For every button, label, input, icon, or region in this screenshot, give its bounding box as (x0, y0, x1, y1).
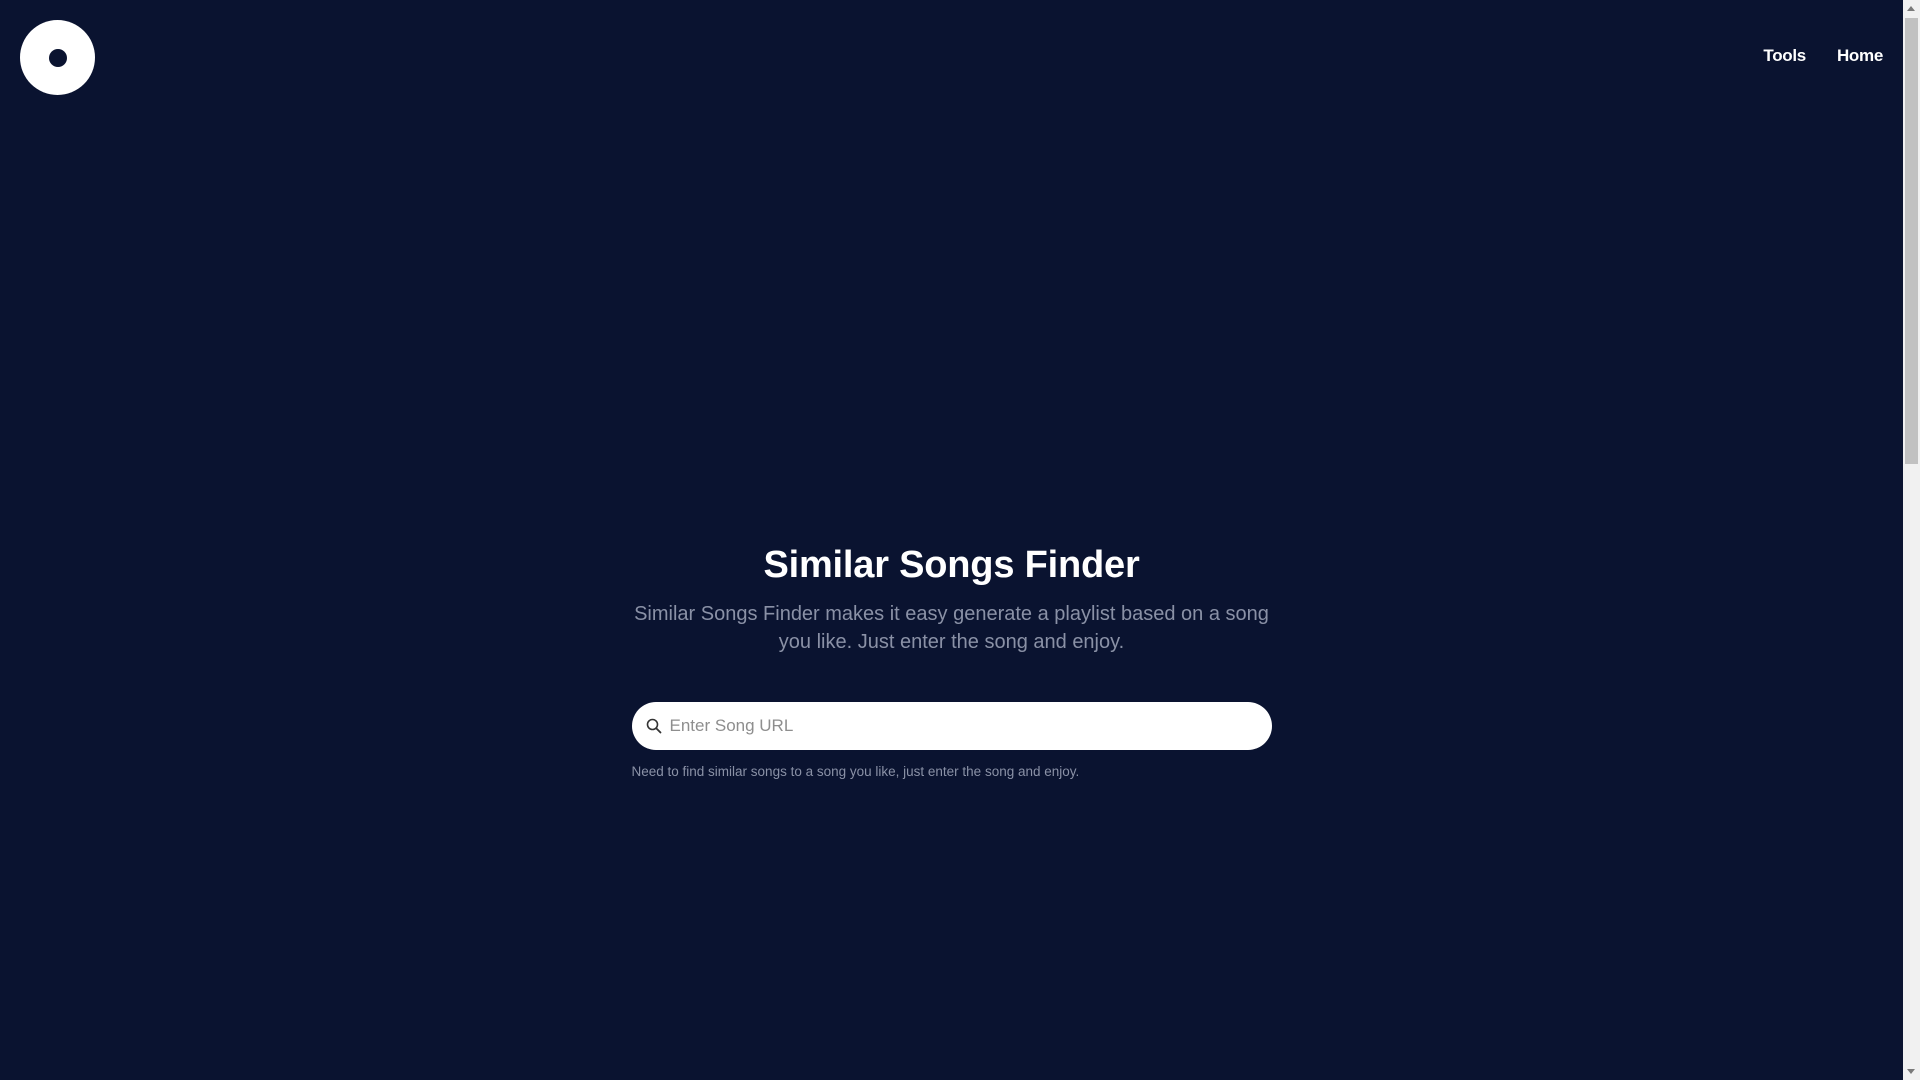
search-icon (644, 716, 664, 736)
hero-section: Similar Songs Finder Similar Songs Finde… (0, 540, 1903, 779)
scroll-thumb[interactable] (1905, 18, 1918, 464)
vertical-scrollbar[interactable] (1903, 0, 1920, 1080)
vinyl-record-icon (48, 48, 67, 67)
page-title: Similar Songs Finder (763, 544, 1140, 586)
scroll-down-arrow-icon[interactable] (1907, 1069, 1915, 1074)
page: Tools Home Similar Songs Finder Similar … (0, 0, 1903, 1080)
top-nav: Tools Home (1763, 46, 1883, 66)
page-subtitle: Similar Songs Finder makes it easy gener… (634, 603, 1269, 653)
search-bar[interactable] (631, 702, 1272, 750)
nav-link-home[interactable]: Home (1837, 46, 1883, 66)
nav-link-tools[interactable]: Tools (1763, 46, 1806, 66)
logo[interactable] (20, 20, 95, 95)
scroll-up-arrow-icon[interactable] (1907, 6, 1915, 11)
song-url-input[interactable] (669, 702, 1272, 750)
search-hint: Need to find similar songs to a song you… (631, 764, 1080, 779)
